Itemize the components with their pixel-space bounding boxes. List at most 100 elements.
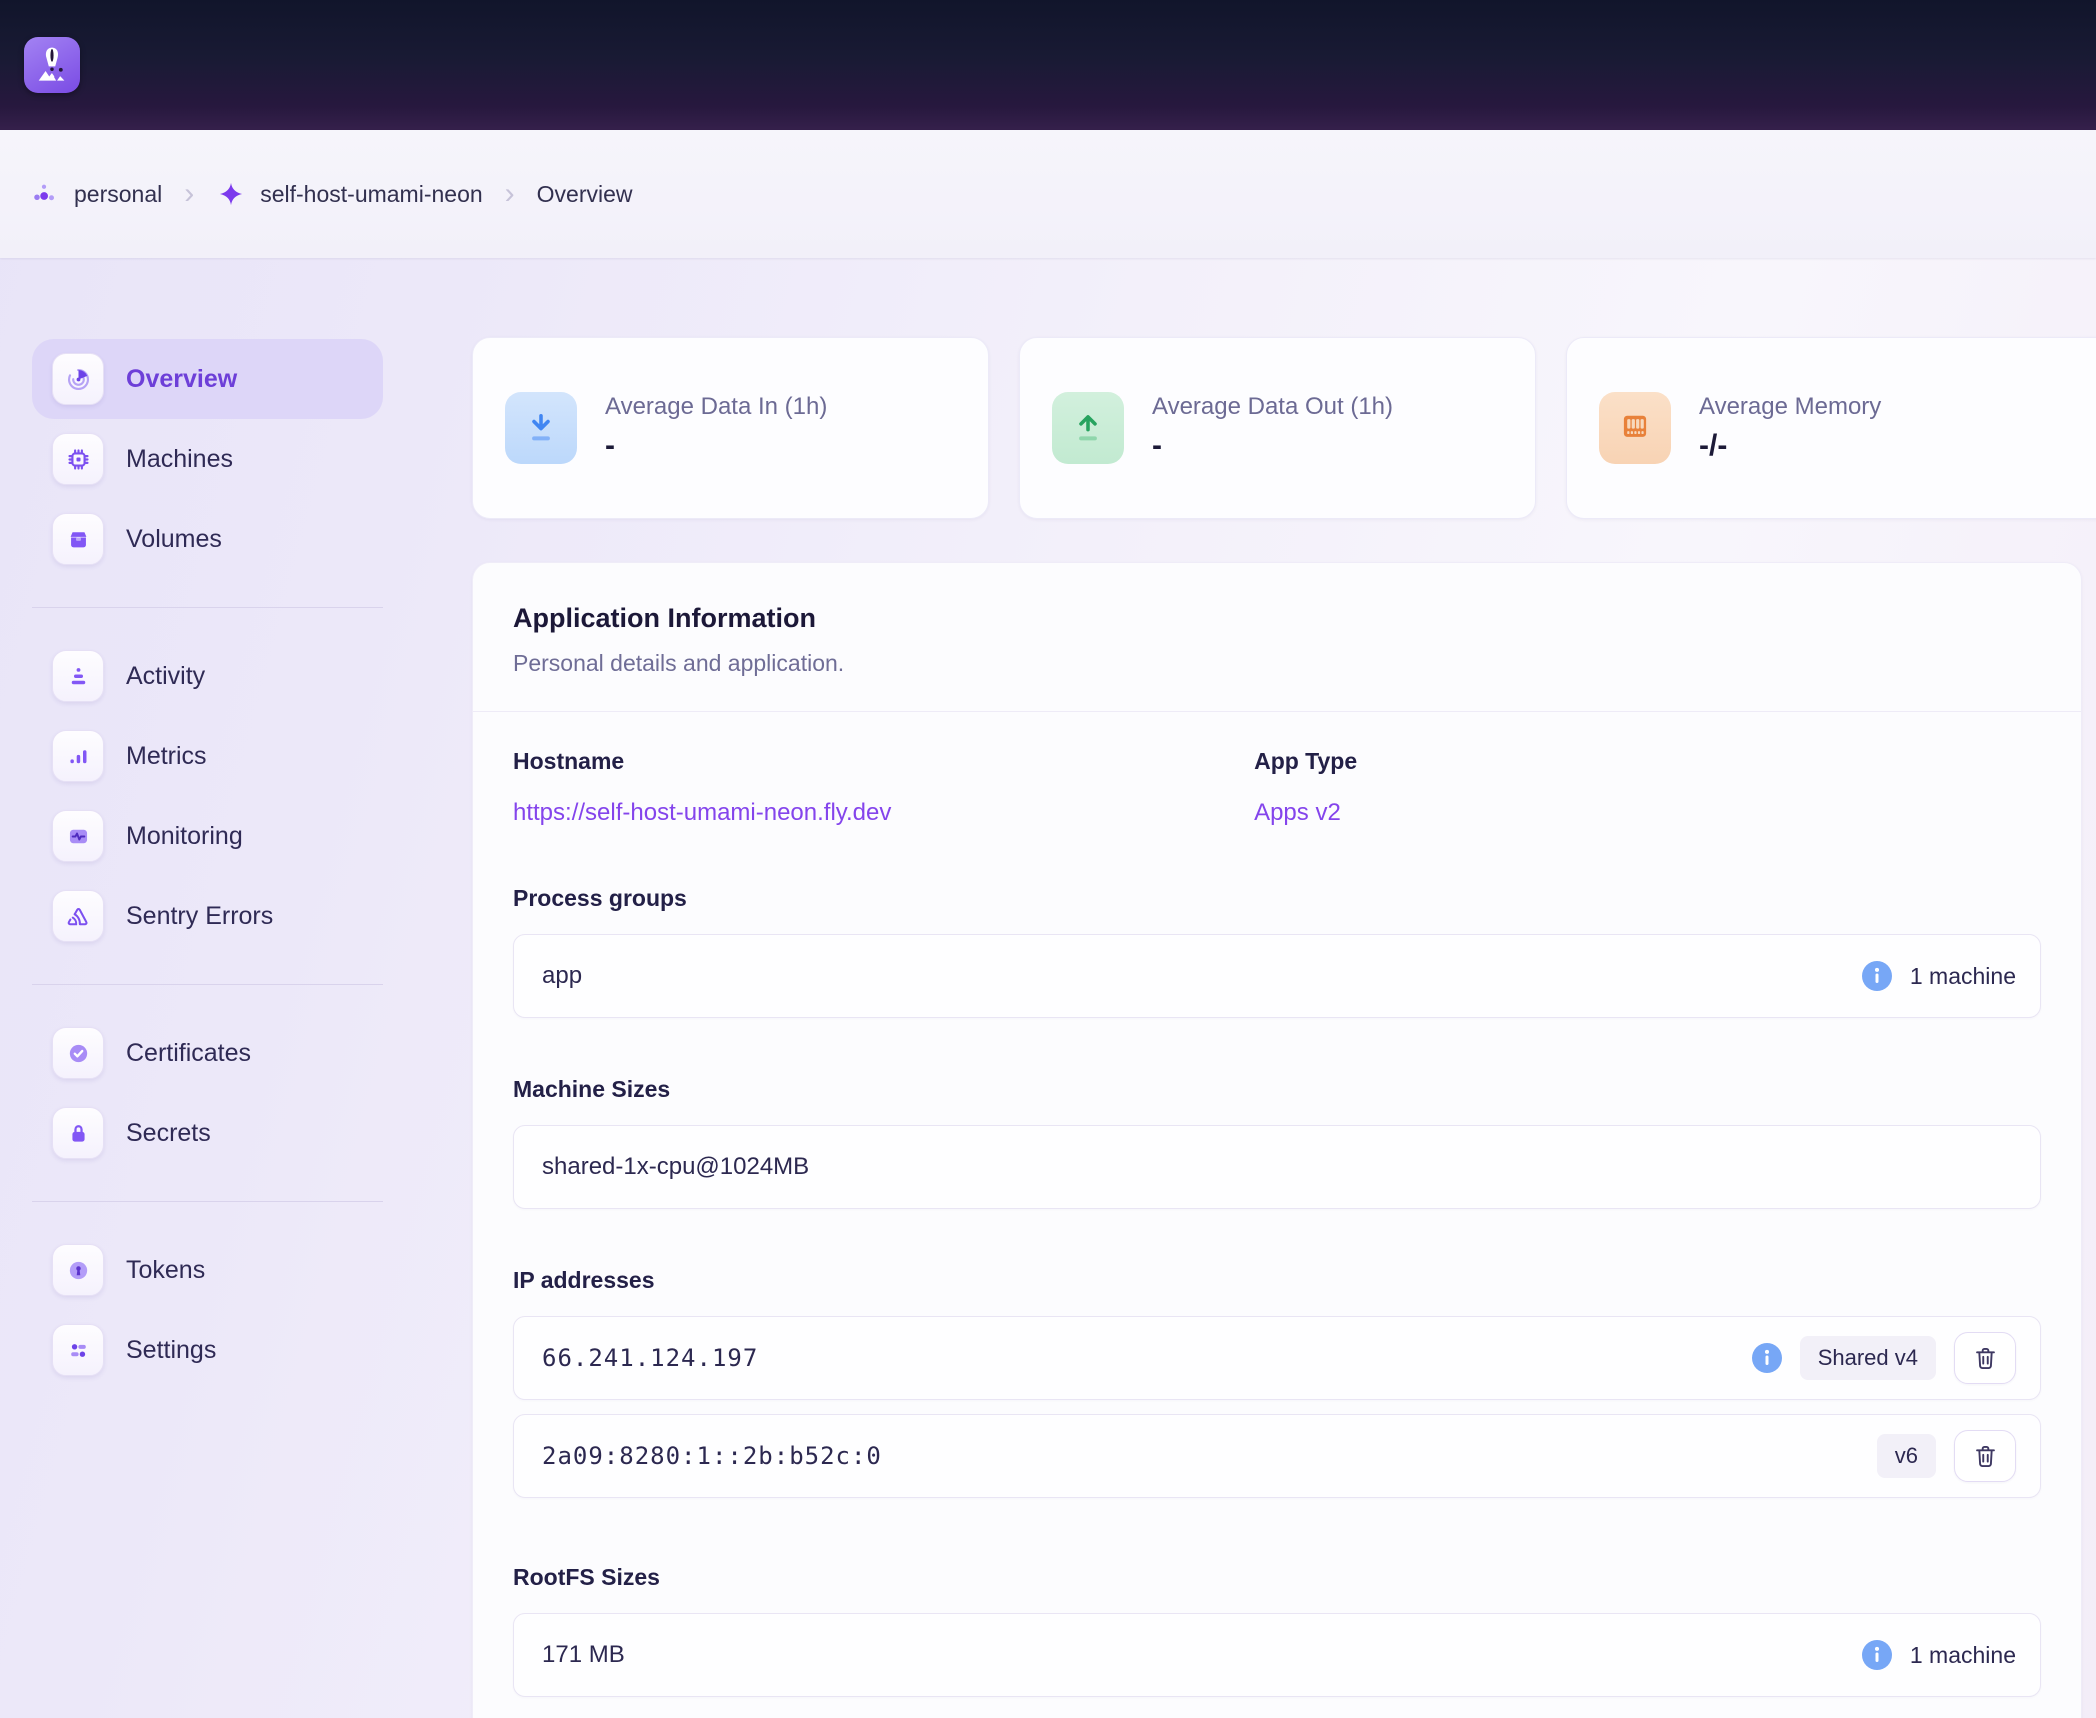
stat-card-data-in: Average Data In (1h) - bbox=[472, 337, 989, 519]
app-sparkle-icon bbox=[216, 179, 246, 209]
main-content: Average Data In (1h) - Average Data Out … bbox=[472, 258, 2080, 1718]
ip-type-badge: v6 bbox=[1877, 1434, 1936, 1478]
process-groups-label: Process groups bbox=[513, 885, 2041, 912]
sidebar-item-label: Sentry Errors bbox=[126, 902, 273, 931]
certificate-icon bbox=[52, 1027, 104, 1079]
hostname-apptype-row: Hostname https://self-host-umami-neon.fl… bbox=[513, 748, 2041, 827]
sidebar: Overview Machines bbox=[32, 258, 383, 1390]
memory-icon bbox=[1599, 392, 1671, 464]
sidebar-item-label: Overview bbox=[126, 365, 237, 394]
sidebar-item-label: Tokens bbox=[126, 1256, 205, 1285]
settings-icon bbox=[52, 1324, 104, 1376]
sidebar-divider bbox=[32, 607, 383, 608]
stat-card-label: Average Memory bbox=[1699, 393, 1881, 421]
sidebar-item-activity[interactable]: Activity bbox=[32, 636, 383, 716]
rootfs-row: 171 MB 1 machine bbox=[513, 1613, 2041, 1697]
download-icon bbox=[505, 392, 577, 464]
volumes-icon bbox=[52, 513, 104, 565]
breadcrumb-page-label: Overview bbox=[537, 181, 633, 208]
lock-icon bbox=[52, 1107, 104, 1159]
breadcrumb-app[interactable]: self-host-umami-neon bbox=[216, 179, 482, 209]
upload-icon bbox=[1052, 392, 1124, 464]
stat-card-data-out: Average Data Out (1h) - bbox=[1019, 337, 1536, 519]
sidebar-divider bbox=[32, 1201, 383, 1202]
activity-icon bbox=[52, 650, 104, 702]
sidebar-item-settings[interactable]: Settings bbox=[32, 1310, 383, 1390]
breadcrumb-org[interactable]: personal bbox=[30, 179, 162, 209]
monitoring-icon bbox=[52, 810, 104, 862]
panel-title: Application Information bbox=[513, 603, 2041, 634]
breadcrumb-page[interactable]: Overview bbox=[537, 181, 633, 208]
trash-icon bbox=[1972, 1443, 1999, 1470]
hostname-link[interactable]: https://self-host-umami-neon.fly.dev bbox=[513, 799, 891, 826]
delete-ip-button[interactable] bbox=[1954, 1332, 2016, 1384]
ip-address: 2a09:8280:1::2b:b52c:0 bbox=[542, 1442, 882, 1470]
sidebar-item-volumes[interactable]: Volumes bbox=[32, 499, 383, 579]
fly-logo[interactable] bbox=[24, 37, 80, 93]
token-icon bbox=[52, 1244, 104, 1296]
ip-addresses-label: IP addresses bbox=[513, 1267, 2041, 1294]
sidebar-item-label: Activity bbox=[126, 662, 205, 691]
fly-dashboard-page: personal › self-host-umami-neon › Overvi… bbox=[0, 0, 2096, 1718]
sidebar-item-metrics[interactable]: Metrics bbox=[32, 716, 383, 796]
sidebar-item-overview[interactable]: Overview bbox=[32, 339, 383, 419]
ip-addresses-section: IP addresses 66.241.124.197 Shared v4 bbox=[513, 1267, 2041, 1498]
app-type-label: App Type bbox=[1254, 748, 2041, 775]
machine-sizes-section: Machine Sizes shared-1x-cpu@1024MB bbox=[513, 1076, 2041, 1209]
process-group-row: app 1 machine bbox=[513, 934, 2041, 1018]
breadcrumb-separator: › bbox=[184, 177, 194, 211]
stat-card-label: Average Data In (1h) bbox=[605, 393, 827, 421]
sidebar-item-label: Machines bbox=[126, 445, 233, 474]
panel-body: Hostname https://self-host-umami-neon.fl… bbox=[473, 712, 2081, 1718]
ip-type-badge: Shared v4 bbox=[1800, 1336, 1936, 1380]
ip-row-v4: 66.241.124.197 Shared v4 bbox=[513, 1316, 2041, 1400]
sidebar-item-label: Certificates bbox=[126, 1039, 251, 1068]
sidebar-divider bbox=[32, 984, 383, 985]
stat-card-value: - bbox=[1152, 429, 1393, 463]
machine-count: 1 machine bbox=[1910, 963, 2016, 990]
machine-size-value: shared-1x-cpu@1024MB bbox=[542, 1153, 809, 1181]
application-information-panel: Application Information Personal details… bbox=[472, 562, 2082, 1718]
app-type-link[interactable]: Apps v2 bbox=[1254, 799, 1341, 826]
sidebar-item-label: Volumes bbox=[126, 525, 222, 554]
sidebar-item-machines[interactable]: Machines bbox=[32, 419, 383, 499]
machine-sizes-label: Machine Sizes bbox=[513, 1076, 2041, 1103]
sidebar-item-label: Settings bbox=[126, 1336, 216, 1365]
rootfs-sizes-section: RootFS Sizes 171 MB 1 machine bbox=[513, 1564, 2041, 1697]
sidebar-item-label: Secrets bbox=[126, 1119, 211, 1148]
process-groups-section: Process groups app 1 machine bbox=[513, 885, 2041, 1018]
sidebar-item-label: Metrics bbox=[126, 742, 207, 771]
stat-card-value: - bbox=[605, 429, 827, 463]
sidebar-item-certificates[interactable]: Certificates bbox=[32, 1013, 383, 1093]
machines-icon bbox=[52, 433, 104, 485]
breadcrumb-app-label: self-host-umami-neon bbox=[260, 181, 482, 208]
organization-icon bbox=[30, 179, 60, 209]
rootfs-sizes-label: RootFS Sizes bbox=[513, 1564, 2041, 1591]
content-area: Overview Machines bbox=[0, 258, 2096, 1718]
machine-size-row: shared-1x-cpu@1024MB bbox=[513, 1125, 2041, 1209]
ip-address: 66.241.124.197 bbox=[542, 1344, 758, 1372]
panel-header: Application Information Personal details… bbox=[473, 563, 2081, 711]
trash-icon bbox=[1972, 1345, 1999, 1372]
sentry-icon bbox=[52, 890, 104, 942]
hostname-label: Hostname bbox=[513, 748, 1254, 775]
sidebar-item-sentry-errors[interactable]: Sentry Errors bbox=[32, 876, 383, 956]
panel-subtitle: Personal details and application. bbox=[513, 650, 2041, 677]
info-icon[interactable] bbox=[1862, 1640, 1892, 1670]
overview-icon bbox=[52, 353, 104, 405]
stat-card-memory: Average Memory -/- bbox=[1566, 337, 2096, 519]
info-icon[interactable] bbox=[1862, 961, 1892, 991]
ip-row-v6: 2a09:8280:1::2b:b52c:0 v6 bbox=[513, 1414, 2041, 1498]
info-icon[interactable] bbox=[1752, 1343, 1782, 1373]
breadcrumb-separator: › bbox=[505, 177, 515, 211]
breadcrumb-org-label: personal bbox=[74, 181, 162, 208]
rootfs-size-value: 171 MB bbox=[542, 1641, 625, 1669]
stat-card-value: -/- bbox=[1699, 429, 1881, 463]
sidebar-item-tokens[interactable]: Tokens bbox=[32, 1230, 383, 1310]
sidebar-item-monitoring[interactable]: Monitoring bbox=[32, 796, 383, 876]
balloon-icon bbox=[30, 43, 74, 87]
delete-ip-button[interactable] bbox=[1954, 1430, 2016, 1482]
breadcrumb: personal › self-host-umami-neon › Overvi… bbox=[0, 130, 2096, 258]
stat-card-label: Average Data Out (1h) bbox=[1152, 393, 1393, 421]
sidebar-item-secrets[interactable]: Secrets bbox=[32, 1093, 383, 1173]
